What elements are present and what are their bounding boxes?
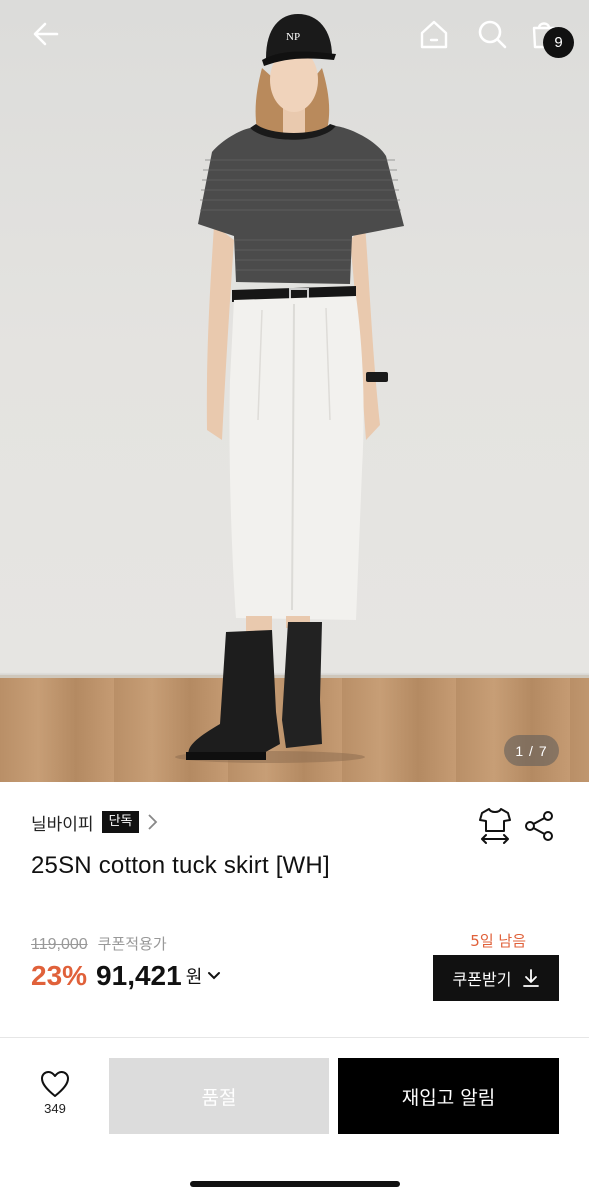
brand-link[interactable]: 닐바이피 단독 [31,808,159,836]
restock-alert-button[interactable]: 재입고 알림 [338,1058,559,1134]
product-image[interactable]: NP 9 1 / 7 [0,0,589,782]
arrow-left-icon [33,22,59,46]
exclusive-badge: 단독 [101,810,140,834]
like-count: 349 [44,1101,66,1116]
home-button[interactable] [414,14,454,54]
original-price-row: 119,000 쿠폰적용가 [31,933,167,954]
model-illustration: NP [175,14,404,763]
tshirt-size-icon [479,808,511,844]
currency-unit: 원 [185,967,203,988]
get-coupon-button[interactable]: 쿠폰받기 [433,955,559,1001]
coupon-price-label: 쿠폰적용가 [97,935,167,953]
brand-name: 닐바이피 [31,814,94,835]
size-guide-button[interactable] [478,806,512,848]
back-button[interactable] [26,14,66,54]
share-icon [525,811,553,841]
coupon-days-left: 5일 남음 [470,932,526,950]
original-price: 119,000 [31,936,88,953]
discount-rate: 23% [31,960,88,991]
heart-icon [41,1071,69,1097]
search-icon [478,20,507,49]
cart-count-badge: 9 [543,27,574,58]
chevron-down-icon[interactable] [206,970,222,982]
home-icon [420,20,448,49]
download-icon [523,969,540,987]
soldout-button: 품절 [109,1058,329,1134]
home-indicator [190,1181,400,1187]
product-title: 25SN cotton tuck skirt [WH] [31,852,330,879]
sale-price-row: 23% 91,421 원 [31,960,222,992]
section-divider [0,1037,589,1038]
like-button[interactable]: 349 [31,1070,79,1130]
image-counter: 1 / 7 [504,735,559,766]
sale-price: 91,421 [96,960,182,991]
search-button[interactable] [472,14,512,54]
top-navigation-bar: 9 [0,0,589,70]
get-coupon-label: 쿠폰받기 [452,970,512,989]
share-button[interactable] [524,810,556,846]
chevron-right-icon [147,813,159,831]
